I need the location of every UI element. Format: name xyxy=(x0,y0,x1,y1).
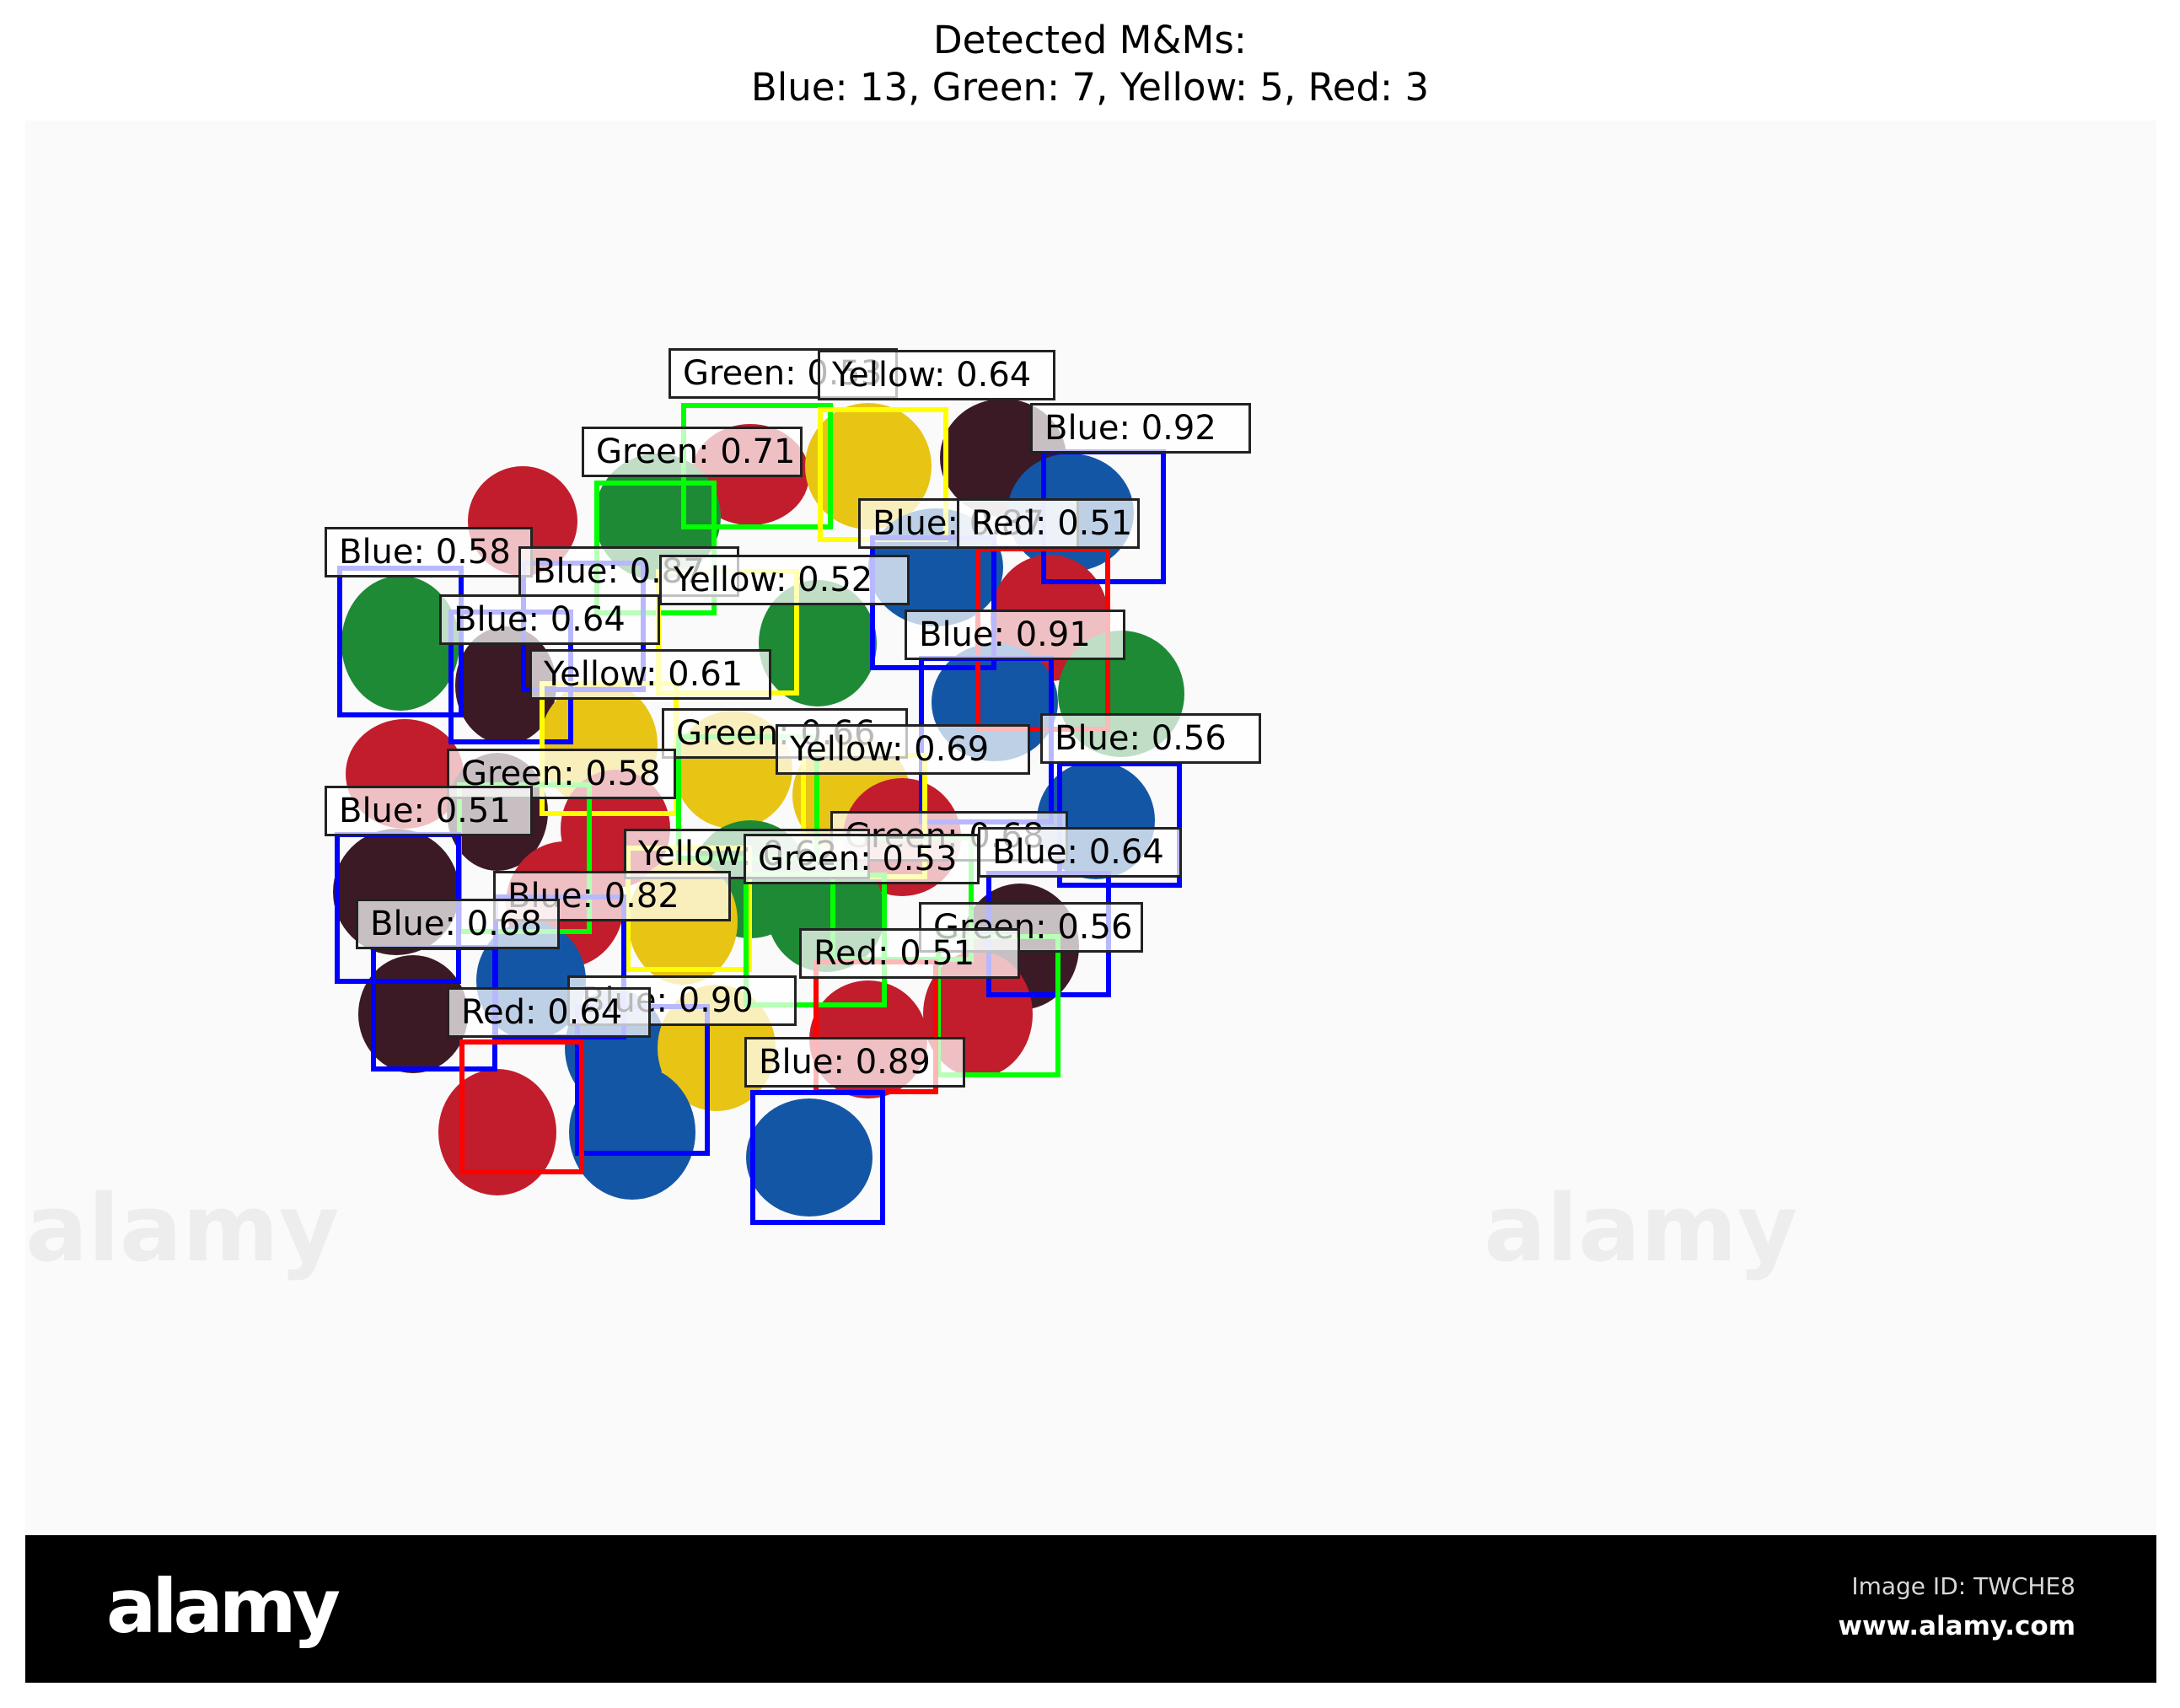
detection-label-blue: Blue: 0.64 xyxy=(439,594,660,645)
detection-label-blue: Blue: 0.56 xyxy=(1040,713,1261,764)
website-link[interactable]: www.alamy.com xyxy=(1838,1611,2075,1641)
title-line-1: Detected M&Ms: xyxy=(933,18,1247,62)
footer-bar: alamy Image ID: TWCHE8 www.alamy.com xyxy=(25,1535,2156,1683)
detection-label-blue: Blue: 0.64 xyxy=(978,827,1182,878)
detection-label-blue: Blue: 0.68 xyxy=(356,899,560,949)
title-line-2: Blue: 13, Green: 7, Yellow: 5, Red: 3 xyxy=(750,65,1430,110)
detection-label-yellow: Yellow: 0.64 xyxy=(818,350,1055,400)
detection-label-yellow: Yellow: 0.69 xyxy=(776,724,1030,775)
detection-label-red: Red: 0.51 xyxy=(799,928,1020,979)
detection-label-yellow: Yellow: 0.52 xyxy=(659,555,910,605)
detection-label-green: Green: 0.71 xyxy=(582,427,803,477)
detection-image: alamy alamy Green: 0.53 Yellow: 0.64 Blue:… xyxy=(25,121,2156,1535)
figure-title: Detected M&Ms: Blue: 13, Green: 7, Yello… xyxy=(0,17,2180,111)
detection-label-blue: Blue: 0.51 xyxy=(325,786,533,836)
detection-label-yellow: Yellow: 0.61 xyxy=(529,649,771,700)
detection-label-blue: Blue: 0.89 xyxy=(744,1037,965,1088)
detection-label-red: Red: 0.51 xyxy=(957,498,1140,549)
detection-label-blue: Blue: 0.92 xyxy=(1030,403,1251,454)
detection-label-blue: Blue: 0.58 xyxy=(325,527,533,577)
image-id-text: Image ID: TWCHE8 xyxy=(1851,1572,2075,1600)
detection-label-green: Green: 0.53 xyxy=(744,834,980,884)
detection-label-blue: Blue: 0.91 xyxy=(905,610,1125,660)
detection-label-red: Red: 0.64 xyxy=(447,987,651,1038)
alamy-logo: alamy xyxy=(106,1563,341,1650)
detection-labels: Green: 0.53 Yellow: 0.64 Blue: 0.92 Green: … xyxy=(25,121,2156,1535)
